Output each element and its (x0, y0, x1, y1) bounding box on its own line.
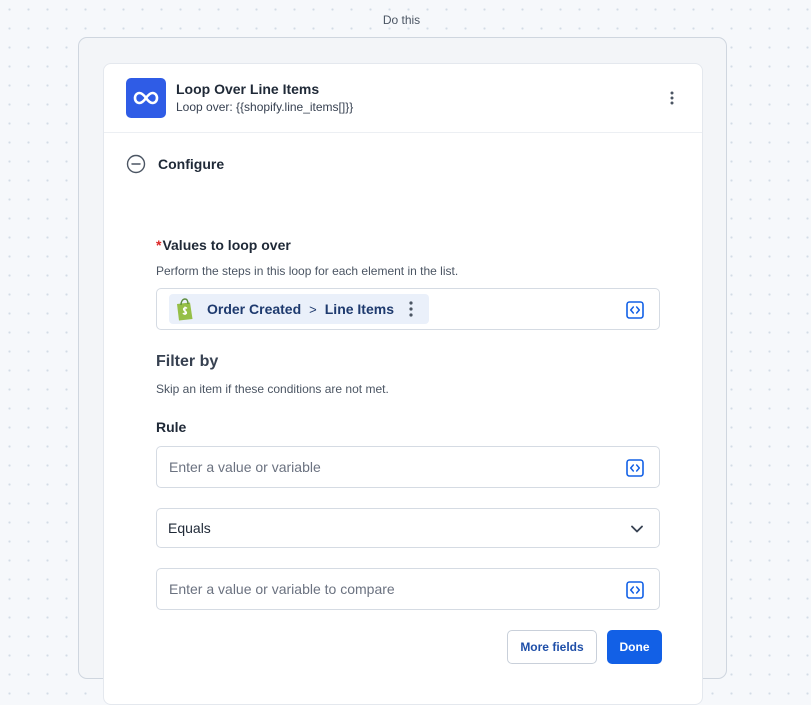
pill-source: Order Created (207, 301, 302, 317)
operator-select[interactable]: Equals (156, 508, 660, 548)
kebab-icon (670, 91, 674, 105)
section-label: Do this (382, 13, 421, 27)
chevron-down-icon (631, 525, 643, 533)
pill-item: Line Items (324, 301, 394, 317)
step-card: Loop Over Line Items Loop over: {{shopif… (103, 63, 703, 705)
step-header[interactable]: Loop Over Line Items Loop over: {{shopif… (104, 64, 702, 133)
values-field-label-text: Values to loop over (162, 237, 291, 253)
variable-picker-icon[interactable] (626, 301, 644, 319)
operator-value: Equals (168, 520, 211, 536)
variable-pill[interactable]: Order Created > Line Items (169, 294, 429, 324)
values-field-help: Perform the steps in this loop for each … (156, 264, 459, 278)
filter-title: Filter by (156, 353, 219, 370)
step-title: Loop Over Line Items (176, 81, 320, 97)
pill-menu-icon[interactable] (406, 300, 416, 318)
configure-toggle[interactable]: Configure (126, 152, 224, 176)
done-button[interactable]: Done (607, 630, 662, 664)
more-fields-button[interactable]: More fields (507, 630, 597, 664)
configure-label: Configure (158, 156, 225, 172)
step-subtitle: Loop over: {{shopify.line_items[]}} (176, 100, 354, 114)
infinity-icon (126, 78, 166, 118)
values-field-label: *Values to loop over (156, 237, 291, 253)
compare-placeholder: Enter a value or variable to compare (169, 581, 395, 597)
rule-placeholder: Enter a value or variable (169, 459, 321, 475)
step-menu-button[interactable] (660, 86, 684, 110)
variable-picker-icon[interactable] (626, 459, 644, 477)
rule-input[interactable]: Enter a value or variable (156, 446, 660, 488)
pill-separator: > (309, 301, 317, 317)
filter-help: Skip an item if these conditions are not… (156, 382, 389, 396)
compare-input[interactable]: Enter a value or variable to compare (156, 568, 660, 610)
minus-circle-icon (126, 154, 146, 174)
required-mark: * (156, 237, 162, 253)
do-this-container: Loop Over Line Items Loop over: {{shopif… (78, 37, 727, 705)
shopify-bag-icon (177, 298, 193, 321)
values-input[interactable]: Order Created > Line Items (156, 288, 660, 330)
rule-label: Rule (156, 419, 187, 435)
variable-picker-icon[interactable] (626, 581, 644, 599)
